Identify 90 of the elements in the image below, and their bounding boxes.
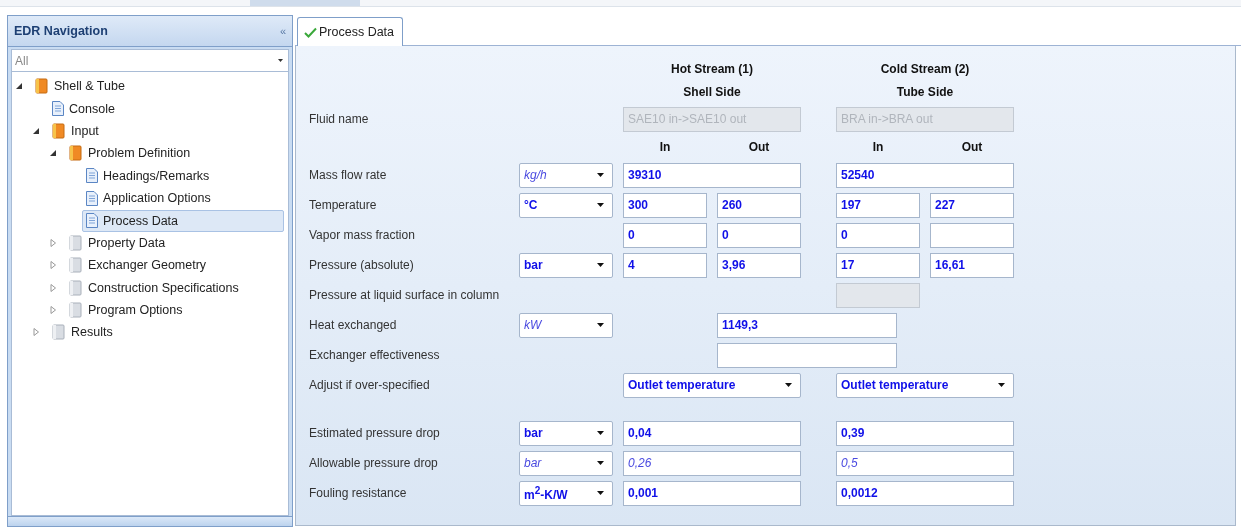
field-label: Vapor mass fraction (309, 227, 416, 244)
dropdown[interactable]: Outlet temperature (623, 372, 801, 398)
tree-item[interactable]: Problem Definition (65, 142, 195, 165)
tree-item[interactable]: Console (48, 97, 119, 120)
field-label: Mass flow rate (309, 167, 388, 184)
tree-item[interactable]: Construction Specifications (65, 276, 243, 299)
tree-item[interactable]: Process Data (82, 209, 284, 232)
column-heading: Cold Stream (2) (879, 61, 971, 78)
resize-grip[interactable] (8, 516, 292, 526)
input-field[interactable] (930, 222, 1014, 248)
document-icon (86, 213, 98, 229)
document-icon (52, 101, 64, 117)
column-heading: Hot Stream (1) (670, 61, 754, 78)
panel-title: EDR Navigation (14, 24, 108, 38)
input-field[interactable]: 300 (623, 192, 707, 218)
input-field[interactable] (717, 342, 897, 368)
input-field[interactable]: 0,0012 (836, 480, 1014, 506)
input-field[interactable]: 1149,3 (717, 312, 897, 338)
column-heading: In (871, 139, 885, 156)
input-field[interactable]: 39310 (623, 162, 801, 188)
field-label: Fluid name (309, 111, 370, 128)
column-heading: Out (747, 139, 771, 156)
tree-item[interactable]: Headings/Remarks (82, 164, 214, 187)
field-label: Estimated pressure drop (309, 425, 441, 442)
caret-icon (597, 323, 604, 327)
field-label: Fouling resistance (309, 485, 408, 502)
expand-icon[interactable] (50, 261, 57, 270)
input-field[interactable]: 197 (836, 192, 920, 218)
expand-icon[interactable] (33, 328, 40, 337)
input-field[interactable]: 4 (623, 252, 707, 278)
collapse-icon[interactable] (33, 126, 40, 135)
input-field[interactable]: 227 (930, 192, 1014, 218)
caret-icon (597, 263, 604, 267)
document-icon (86, 190, 98, 206)
tree-item[interactable]: Input (48, 119, 103, 142)
tree-item[interactable]: Shell & Tube (31, 75, 129, 98)
field-label: Allowable pressure drop (309, 455, 439, 472)
field-label: Temperature (309, 197, 378, 214)
column-heading: Shell Side (682, 84, 742, 101)
document-icon (86, 168, 98, 184)
input-field[interactable]: 260 (717, 192, 801, 218)
tree-item[interactable]: Property Data (65, 231, 170, 254)
tree-item[interactable]: Application Options (82, 187, 215, 210)
caret-icon (597, 173, 604, 177)
caret-icon (597, 203, 604, 207)
collapse-button[interactable]: « (277, 25, 288, 37)
caret-icon (278, 59, 283, 62)
field-label: Heat exchanged (309, 317, 398, 334)
input-field[interactable]: 0,26 (623, 450, 801, 476)
caret-icon (597, 461, 604, 465)
caret-icon (785, 383, 792, 387)
column-heading: In (658, 139, 672, 156)
input-field[interactable]: 52540 (836, 162, 1014, 188)
unit-dropdown[interactable]: °C (519, 192, 613, 218)
caret-icon (597, 431, 604, 435)
tree-item[interactable]: Exchanger Geometry (65, 254, 211, 277)
collapse-icon[interactable] (16, 82, 23, 91)
input-field[interactable]: 0,5 (836, 450, 1014, 476)
input-field[interactable]: 16,61 (930, 252, 1014, 278)
tree-item[interactable]: Program Options (65, 299, 187, 322)
input-field[interactable]: 0,001 (623, 480, 801, 506)
input-field[interactable]: 3,96 (717, 252, 801, 278)
tab[interactable]: Process Data (297, 17, 404, 46)
field-label: Exchanger effectiveness (309, 347, 441, 364)
tree-item[interactable]: Results (48, 321, 117, 344)
unit-dropdown[interactable]: m$^{2}$-K/W (519, 480, 613, 506)
input-field[interactable]: 17 (836, 252, 920, 278)
input-field[interactable]: 0 (836, 222, 920, 248)
field-label: Pressure at liquid surface in column (309, 287, 501, 304)
input-field[interactable]: 0 (717, 222, 801, 248)
filter-dropdown[interactable]: All (11, 49, 289, 72)
unit-dropdown[interactable]: bar (519, 420, 613, 446)
input-field[interactable]: 0,39 (836, 420, 1014, 446)
unit-dropdown[interactable]: kg/h (519, 162, 613, 188)
caret-icon (597, 491, 604, 495)
column-heading: Out (960, 139, 984, 156)
expand-icon[interactable] (50, 238, 57, 247)
unit-dropdown[interactable]: bar (519, 450, 613, 476)
input-field[interactable]: 0 (623, 222, 707, 248)
column-heading: Tube Side (895, 84, 955, 101)
field-label: Pressure (absolute) (309, 257, 415, 274)
unit-dropdown[interactable]: bar (519, 252, 613, 278)
expand-icon[interactable] (50, 283, 57, 292)
collapse-icon[interactable] (50, 149, 57, 158)
dropdown[interactable]: Outlet temperature (836, 372, 1014, 398)
expand-icon[interactable] (50, 306, 57, 315)
field-label: Adjust if over-specified (309, 377, 431, 394)
caret-icon (998, 383, 1005, 387)
input-field[interactable]: 0,04 (623, 420, 801, 446)
unit-dropdown[interactable]: kW (519, 312, 613, 338)
